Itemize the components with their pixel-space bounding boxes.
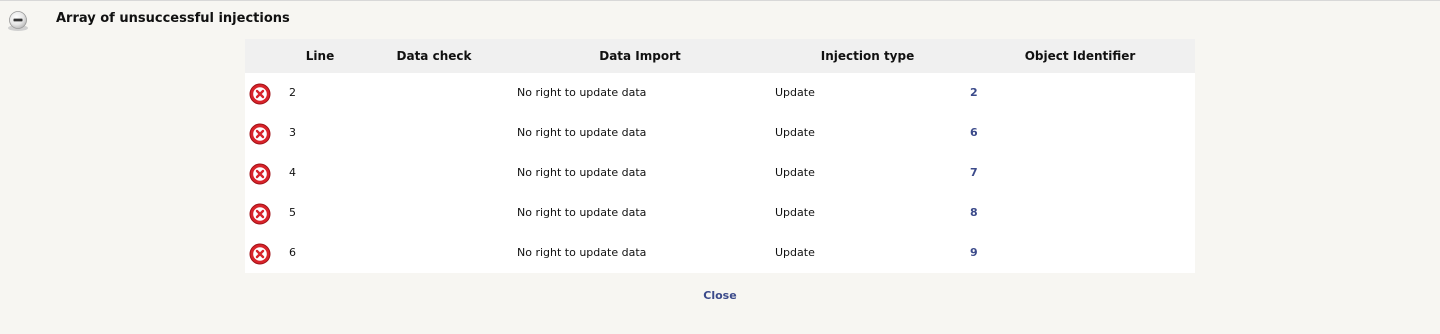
data-import-message: No right to update data: [517, 246, 647, 259]
close-link-container: Close: [0, 289, 1440, 302]
injection-type: Update: [775, 86, 815, 99]
data-import-message: No right to update data: [517, 166, 647, 179]
data-import-message: No right to update data: [517, 86, 647, 99]
data-import-message: No right to update data: [517, 206, 647, 219]
injection-type: Update: [775, 206, 815, 219]
table-row: 2 No right to update data Update 2: [245, 73, 1195, 113]
column-header-object-identifier: Object Identifier: [1024, 49, 1136, 63]
table-body: 2 No right to update data Update 2 3 No …: [245, 73, 1195, 273]
injection-type: Update: [775, 166, 815, 179]
column-header-line: Line: [305, 49, 335, 63]
object-identifier-link[interactable]: 6: [970, 126, 978, 139]
injections-table: Line Data check Data Import Injection ty…: [245, 39, 1195, 273]
column-header-injection-type: Injection type: [820, 49, 915, 63]
close-link[interactable]: Close: [703, 289, 736, 302]
object-identifier-link[interactable]: 7: [970, 166, 978, 179]
top-border: [0, 0, 1440, 1]
object-identifier-link[interactable]: 9: [970, 246, 978, 259]
error-x-icon: [249, 163, 271, 185]
table-row: 3 No right to update data Update 6: [245, 113, 1195, 153]
table-header-row: Line Data check Data Import Injection ty…: [245, 39, 1195, 73]
table-row: 4 No right to update data Update 7: [245, 153, 1195, 193]
error-x-icon: [249, 123, 271, 145]
line-number: 5: [289, 206, 296, 219]
minus-circle-icon[interactable]: [6, 9, 30, 33]
section-header: [6, 8, 30, 34]
line-number: 2: [289, 86, 296, 99]
column-header-data-import: Data Import: [599, 49, 681, 63]
line-number: 6: [289, 246, 296, 259]
object-identifier-link[interactable]: 2: [970, 86, 978, 99]
line-number: 4: [289, 166, 296, 179]
error-x-icon: [249, 243, 271, 265]
column-header-data-check: Data check: [396, 49, 472, 63]
error-x-icon: [249, 83, 271, 105]
line-number: 3: [289, 126, 296, 139]
object-identifier-link[interactable]: 8: [970, 206, 978, 219]
injection-type: Update: [775, 126, 815, 139]
error-x-icon: [249, 203, 271, 225]
section-title: Array of unsuccessful injections: [56, 11, 290, 26]
table-row: 5 No right to update data Update 8: [245, 193, 1195, 233]
injection-type: Update: [775, 246, 815, 259]
table-row: 6 No right to update data Update 9: [245, 233, 1195, 273]
data-import-message: No right to update data: [517, 126, 647, 139]
